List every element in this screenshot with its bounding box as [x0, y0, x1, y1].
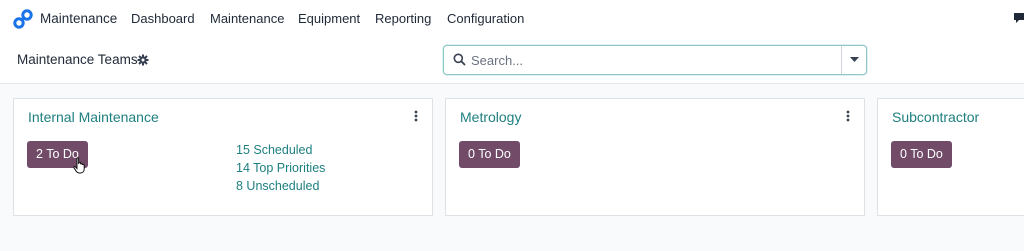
- todo-button[interactable]: 2 To Do: [27, 141, 88, 168]
- search-options-toggle[interactable]: [841, 46, 866, 74]
- menu-dashboard[interactable]: Dashboard: [131, 11, 195, 26]
- todo-button[interactable]: 0 To Do: [459, 141, 520, 168]
- search-bar: [443, 45, 867, 75]
- menu-configuration[interactable]: Configuration: [447, 11, 524, 26]
- app-name[interactable]: Maintenance: [40, 11, 117, 26]
- team-name[interactable]: Metrology: [460, 109, 521, 125]
- menu-equipment[interactable]: Equipment: [298, 11, 360, 26]
- team-card-subcontractor: Subcontractor 0 To Do: [877, 98, 1024, 216]
- team-name[interactable]: Subcontractor: [892, 109, 979, 125]
- chat-icon[interactable]: [1013, 12, 1024, 24]
- top-navbar: Maintenance Dashboard Maintenance Equipm…: [0, 0, 1024, 38]
- breadcrumb: Maintenance Teams: [17, 52, 138, 67]
- menu-maintenance[interactable]: Maintenance: [210, 11, 284, 26]
- team-card-internal-maintenance: Internal Maintenance 2 To Do 15 Schedule…: [13, 98, 433, 216]
- caret-down-icon: [849, 57, 859, 62]
- kebab-menu-icon[interactable]: [412, 109, 420, 123]
- top-priorities-link[interactable]: 14 Top Priorities: [236, 161, 325, 175]
- team-card-metrology: Metrology 0 To Do: [445, 98, 865, 216]
- scheduled-link[interactable]: 15 Scheduled: [236, 143, 312, 157]
- gear-icon[interactable]: [137, 54, 149, 66]
- unscheduled-link[interactable]: 8 Unscheduled: [236, 179, 319, 193]
- menu-reporting[interactable]: Reporting: [375, 11, 431, 26]
- search-icon: [453, 53, 466, 66]
- todo-button[interactable]: 0 To Do: [891, 141, 952, 168]
- app-logo-icon[interactable]: [12, 9, 34, 29]
- kebab-menu-icon[interactable]: [844, 109, 852, 123]
- team-name[interactable]: Internal Maintenance: [28, 109, 159, 125]
- search-input[interactable]: [471, 50, 831, 70]
- control-panel: Maintenance Teams: [0, 38, 1024, 84]
